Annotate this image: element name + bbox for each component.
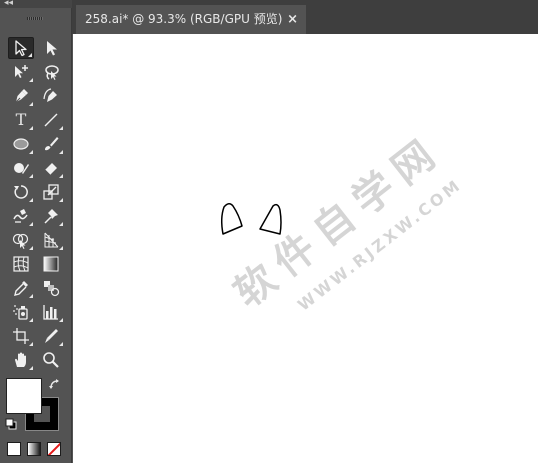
magic-wand-tool-icon (15, 65, 28, 78)
perspective-grid-tool[interactable] (38, 229, 64, 251)
warp-tool-icon (13, 209, 28, 223)
right-ear-shape (259, 203, 282, 235)
artwork (220, 203, 282, 235)
symbol-sprayer-tool[interactable] (8, 301, 34, 323)
line-segment-tool[interactable] (38, 109, 64, 131)
tools-panel: ◂◂ T (0, 0, 72, 463)
shape-builder-tool-icon (12, 233, 29, 249)
fill-color-swatch[interactable] (6, 378, 42, 414)
rotate-tool[interactable] (8, 181, 34, 203)
artboard-tool-icon (13, 328, 29, 344)
lasso-tool[interactable] (38, 61, 64, 83)
eraser-tool-icon (44, 163, 57, 176)
collapse-panel-icon[interactable]: ◂◂ (4, 0, 13, 8)
zoom-tool-icon (43, 352, 59, 368)
default-fill-stroke-icon[interactable] (5, 418, 17, 430)
gradient-tool-icon (43, 256, 59, 272)
selection-tool[interactable] (8, 37, 34, 59)
document-tab-bar: 258.ai* @ 93.3% (RGB/GPU 预览) × (72, 0, 538, 34)
direct-selection-tool[interactable] (38, 37, 64, 59)
gradient-tool[interactable] (38, 253, 64, 275)
panel-grip[interactable] (27, 17, 43, 20)
color-mode-button[interactable] (7, 442, 21, 456)
artboard-tool[interactable] (8, 325, 34, 347)
paintbrush-tool[interactable] (38, 133, 64, 155)
hand-tool-icon (15, 352, 26, 367)
symbol-sprayer-tool-icon (13, 305, 28, 320)
type-tool[interactable]: T (8, 109, 34, 131)
blend-tool[interactable] (38, 277, 64, 299)
column-graph-tool-icon (43, 305, 58, 320)
panel-header: ◂◂ (0, 0, 72, 8)
line-segment-tool-icon (44, 113, 58, 127)
lasso-tool-icon (45, 65, 59, 80)
ellipse-tool-icon (13, 138, 29, 150)
artboard-canvas[interactable]: 软件自学网 WWW.RJZXW.COM (73, 34, 538, 463)
slice-tool[interactable] (38, 325, 64, 347)
document-tab[interactable]: 258.ai* @ 93.3% (RGB/GPU 预览) × (76, 5, 306, 34)
eraser-tool[interactable] (38, 157, 64, 179)
gradient-mode-button[interactable] (27, 442, 41, 456)
puppet-warp-tool[interactable] (38, 205, 64, 227)
curvature-tool[interactable] (38, 85, 64, 107)
pen-tool-icon (15, 89, 28, 103)
curvature-tool-icon (43, 88, 57, 102)
zoom-tool[interactable] (38, 349, 64, 371)
pen-tool[interactable] (8, 85, 34, 107)
scale-tool-icon (43, 184, 59, 200)
perspective-grid-tool-icon (44, 232, 59, 248)
eyedropper-tool-icon (14, 281, 28, 296)
blend-tool-icon (44, 281, 60, 297)
direct-selection-tool-icon (47, 41, 57, 56)
hand-tool[interactable] (8, 349, 34, 371)
shaper-tool[interactable] (8, 157, 34, 179)
column-graph-tool[interactable] (38, 301, 64, 323)
magic-wand-tool[interactable] (8, 61, 34, 83)
eyedropper-tool[interactable] (8, 277, 34, 299)
shaper-tool-icon (14, 163, 29, 174)
warp-tool[interactable] (8, 205, 34, 227)
rotate-tool-icon (14, 185, 28, 199)
close-tab-icon[interactable]: × (287, 5, 298, 34)
puppet-warp-tool-icon (44, 209, 58, 224)
scale-tool[interactable] (38, 181, 64, 203)
document-tab-title: 258.ai* @ 93.3% (RGB/GPU 预览) (85, 12, 283, 26)
paintbrush-tool-icon (45, 137, 59, 151)
ellipse-tool[interactable] (8, 133, 34, 155)
mesh-tool[interactable] (8, 253, 34, 275)
type-tool-icon: T (15, 110, 27, 129)
left-ear-shape (220, 203, 243, 235)
mesh-tool-icon (13, 256, 29, 272)
none-mode-button[interactable] (47, 442, 61, 456)
slice-tool-icon (45, 329, 58, 343)
swap-fill-stroke-icon[interactable] (48, 378, 62, 392)
shape-builder-tool[interactable] (8, 229, 34, 251)
